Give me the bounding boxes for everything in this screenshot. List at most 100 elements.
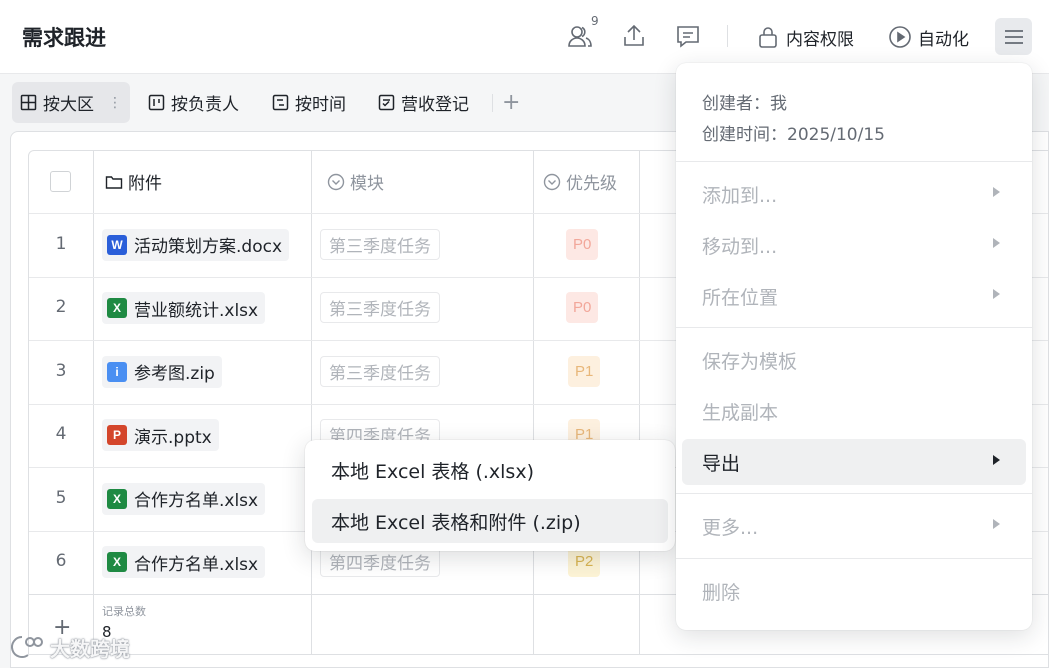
form-view-icon — [378, 94, 395, 111]
column-header-attachment[interactable]: 附件 — [105, 169, 162, 194]
attachment-file[interactable]: X 营业额统计.xlsx — [102, 292, 266, 325]
tab-revenue-register[interactable]: 营收登记 — [370, 82, 477, 123]
column-header-priority[interactable]: 优先级 — [543, 169, 617, 194]
menu-delete[interactable]: 删除 — [682, 568, 1026, 614]
module-tag: 第三季度任务 — [320, 228, 440, 260]
menu-item-label: 生成副本 — [702, 401, 779, 424]
row-number: 6 — [55, 551, 67, 572]
watermark-text: 大数跨境 — [50, 636, 130, 661]
automation-label: 自动化 — [918, 29, 969, 50]
file-name: 合作方名单.xlsx — [134, 554, 259, 575]
row-number: 3 — [55, 360, 67, 381]
row-number: 4 — [55, 424, 67, 445]
menu-item-label: 本地 Excel 表格和附件 (.zip) — [331, 511, 581, 534]
attachment-file[interactable]: X 合作方名单.xlsx — [102, 482, 266, 515]
column-header-module[interactable]: 模块 — [327, 169, 384, 194]
row-number: 2 — [55, 297, 67, 318]
grid-view-icon — [20, 94, 37, 111]
app-window: 需求跟进 9 内容权限 自动化 按大区 ⋮ 按负责人 按时间 营收登记 + 附件… — [0, 0, 1049, 668]
menu-item-label: 导出 — [702, 452, 741, 475]
menu-export[interactable]: 导出 — [682, 439, 1026, 485]
collaborators-icon[interactable] — [566, 22, 594, 50]
header-divider — [727, 25, 728, 47]
column-divider — [533, 151, 534, 654]
folder-icon — [105, 175, 123, 189]
comment-icon[interactable] — [674, 22, 702, 50]
menu-move-to[interactable]: 移动到... — [682, 222, 1026, 268]
priority-tag: P0 — [566, 292, 599, 324]
tab-by-time[interactable]: 按时间 — [264, 82, 354, 123]
column-header-label: 优先级 — [566, 174, 617, 194]
menu-divider — [676, 558, 1032, 559]
tab-divider — [492, 94, 493, 112]
row-number: 1 — [55, 233, 67, 254]
word-file-icon: W — [107, 234, 127, 255]
submenu-arrow-icon — [993, 455, 1000, 465]
permission-label: 内容权限 — [786, 29, 854, 50]
module-tag: 第三季度任务 — [320, 355, 440, 387]
menu-item-label: 移动到... — [702, 235, 778, 258]
kanban-view-icon — [148, 94, 165, 111]
menu-divider — [676, 161, 1032, 162]
permission-button[interactable]: 内容权限 — [756, 22, 854, 52]
share-upload-icon[interactable] — [620, 22, 648, 50]
menu-location[interactable]: 所在位置 — [682, 273, 1026, 319]
export-submenu: 本地 Excel 表格 (.xlsx) 本地 Excel 表格和附件 (.zip… — [305, 440, 675, 551]
page-title: 需求跟进 — [22, 26, 106, 50]
tab-more-icon[interactable]: ⋮ — [108, 95, 122, 111]
menu-save-template[interactable]: 保存为模板 — [682, 337, 1026, 383]
column-header-label: 附件 — [128, 174, 162, 194]
select-all-checkbox[interactable] — [50, 171, 71, 192]
lock-icon — [759, 27, 777, 48]
attachment-file[interactable]: W 活动策划方案.docx — [102, 228, 290, 261]
column-divider — [93, 151, 94, 654]
file-name: 活动策划方案.docx — [134, 237, 283, 258]
submenu-arrow-icon — [993, 519, 1000, 529]
automation-button[interactable]: 自动化 — [888, 22, 969, 52]
attachment-file[interactable]: P 演示.pptx — [102, 419, 219, 452]
add-view-icon[interactable]: + — [502, 90, 520, 115]
more-dropdown-menu: 创建者：我 创建时间：2025/10/15 添加到... 移动到... 所在位置保存… — [676, 63, 1032, 630]
menu-item-label: 所在位置 — [702, 286, 779, 309]
column-header-label: 模块 — [350, 174, 384, 194]
select-field-icon — [327, 173, 345, 190]
tab-label: 按大区 — [43, 95, 94, 115]
attachment-file[interactable]: i 参考图.zip — [102, 355, 222, 388]
row-number: 5 — [55, 487, 67, 508]
ppt-file-icon: P — [107, 425, 127, 446]
excel-file-icon: X — [107, 488, 127, 509]
menu-duplicate[interactable]: 生成副本 — [682, 388, 1026, 434]
automation-play-icon — [889, 26, 911, 48]
module-tag: 第三季度任务 — [320, 292, 440, 324]
file-name: 演示.pptx — [134, 427, 212, 448]
gantt-view-icon — [272, 94, 289, 111]
watermark-logo-icon — [11, 636, 43, 658]
tab-by-region[interactable]: 按大区 ⋮ — [12, 82, 130, 123]
menu-item-label: 更多... — [702, 516, 759, 539]
menu-divider — [676, 493, 1032, 494]
priority-tag: P0 — [566, 228, 599, 260]
tab-label: 按时间 — [295, 95, 346, 115]
hamburger-icon — [1004, 29, 1023, 44]
select-field-icon — [543, 173, 561, 190]
export-xlsx-item[interactable]: 本地 Excel 表格 (.xlsx) — [312, 448, 668, 492]
collaborators-count: 9 — [591, 14, 599, 28]
watermark: 大数跨境 — [8, 632, 130, 662]
record-count-label: 记录总数 — [102, 605, 146, 618]
tab-by-owner[interactable]: 按负责人 — [140, 82, 247, 123]
creator-info: 创建者：我 — [702, 94, 787, 114]
attachment-file[interactable]: X 合作方名单.xlsx — [102, 546, 266, 579]
excel-file-icon: X — [107, 298, 127, 319]
export-zip-item[interactable]: 本地 Excel 表格和附件 (.zip) — [312, 499, 668, 543]
menu-more[interactable]: 更多... — [682, 503, 1026, 549]
menu-add-to[interactable]: 添加到... — [682, 171, 1026, 217]
excel-file-icon: X — [107, 552, 127, 573]
submenu-arrow-icon — [993, 289, 1000, 299]
zip-file-icon: i — [107, 361, 127, 382]
created-time-info: 创建时间：2025/10/15 — [702, 125, 885, 145]
file-name: 营业额统计.xlsx — [134, 300, 259, 321]
menu-item-label: 本地 Excel 表格 (.xlsx) — [331, 460, 534, 483]
submenu-arrow-icon — [993, 238, 1000, 248]
more-menu-button[interactable] — [995, 18, 1032, 55]
tab-label: 按负责人 — [171, 95, 239, 115]
